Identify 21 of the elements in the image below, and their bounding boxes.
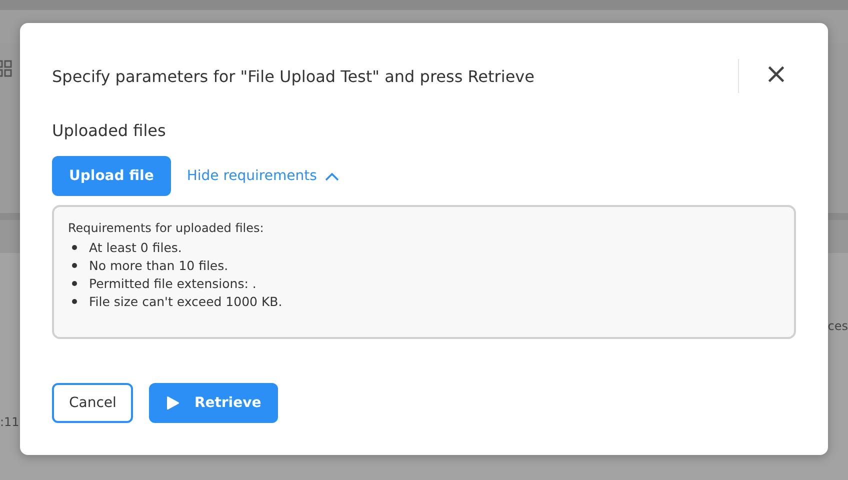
bullet-icon [72, 299, 77, 304]
close-button[interactable]: × [756, 60, 796, 92]
grid-icon [0, 60, 13, 78]
section-title: Uploaded files [52, 121, 167, 140]
requirements-heading: Requirements for uploaded files: [68, 221, 265, 235]
bullet-icon [72, 281, 77, 286]
requirement-item: File size can't exceed 1000 KB. [89, 294, 282, 309]
cancel-button[interactable]: Cancel [52, 383, 134, 423]
play-icon [166, 395, 180, 411]
hide-requirements-link[interactable]: Hide requirements [186, 168, 339, 184]
retrieve-button[interactable]: Retrieve [149, 383, 278, 423]
chevron-icon [324, 172, 339, 180]
dialog-title: Specify parameters for "File Upload Test" and press Retrieve [52, 66, 536, 86]
requirement-item: No more than 10 files. [89, 258, 228, 273]
requirement-item: Permitted file extensions: . [89, 276, 256, 291]
background-text: :11 [0, 415, 20, 429]
background-text: ces [828, 319, 848, 333]
requirement-item: At least 0 files. [89, 240, 182, 255]
upload-file-button[interactable]: Upload file [52, 156, 171, 196]
bullet-icon [72, 263, 77, 268]
bullet-icon [72, 245, 77, 250]
